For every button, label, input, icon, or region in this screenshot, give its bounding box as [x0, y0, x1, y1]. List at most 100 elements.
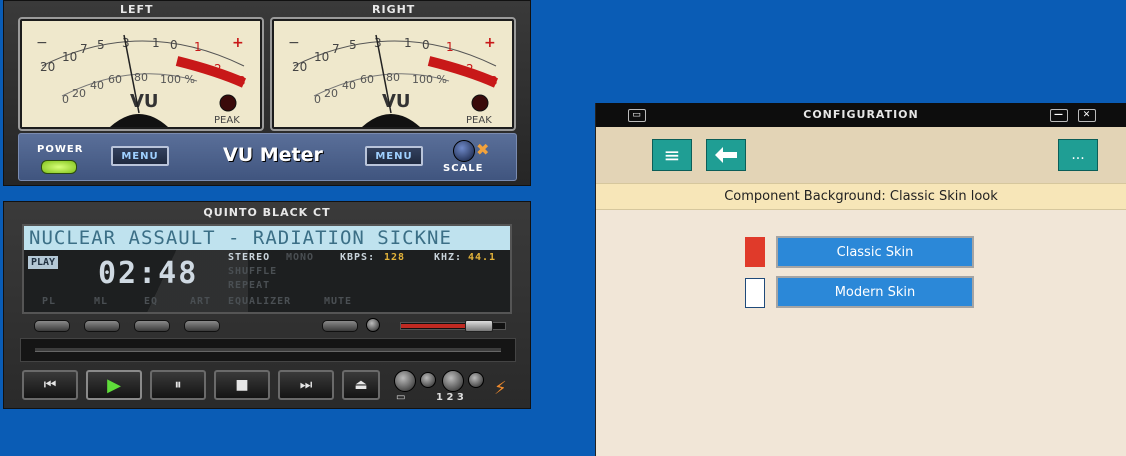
stop-button[interactable]: ■	[214, 370, 270, 400]
dial-tick: 1	[404, 36, 412, 50]
dial-tick: 1	[446, 40, 454, 54]
khz-value: 44.1	[468, 252, 497, 263]
dial-pct: 0	[314, 93, 321, 106]
stereo-indicator: STEREO	[228, 252, 271, 263]
track-title: NUCLEAR ASSAULT - RADIATION SICKNE	[24, 226, 510, 250]
vu-mark: VU	[130, 91, 159, 112]
seek-bar[interactable]	[20, 338, 516, 362]
dial-pct: 60	[108, 73, 122, 86]
volume-slider[interactable]	[400, 320, 506, 332]
dial-pct: 100 %	[160, 73, 195, 86]
dial-pct: 80	[134, 71, 148, 84]
volume-fill	[401, 324, 466, 328]
pause-button[interactable]: ⏸	[150, 370, 206, 400]
power-button[interactable]	[41, 160, 77, 174]
left-vu-dial: − + 20 10 7 5 3 1 0 1 2 3 0 20 40 60 80 …	[18, 17, 264, 131]
next-button[interactable]: ⏭	[278, 370, 334, 400]
power-label: POWER	[37, 144, 84, 155]
dial-pct: 20	[72, 87, 86, 100]
dial-tick: 2	[214, 62, 222, 76]
left-peak-led	[219, 94, 237, 112]
volume-thumb[interactable]	[465, 320, 494, 332]
mute-button[interactable]	[322, 320, 358, 332]
dial-pct: 80	[386, 71, 400, 84]
shuffle-indicator: SHUFFLE	[228, 266, 278, 277]
minimize-icon[interactable]: —	[1050, 109, 1068, 122]
modern-skin-button[interactable]: Modern Skin	[776, 276, 974, 308]
dial-tick: 20	[40, 60, 55, 74]
dial-tick: 1	[194, 40, 202, 54]
equalizer-indicator: EQUALIZER	[228, 296, 292, 307]
dial-tick: 7	[80, 42, 88, 56]
dial-tick: 7	[332, 42, 340, 56]
kbps-value: 128	[384, 252, 406, 263]
eq-indicator: EQ	[144, 296, 159, 307]
vu-meter-title: VU Meter	[223, 144, 323, 166]
back-arrow-icon	[715, 147, 737, 163]
output-knob[interactable]	[394, 370, 416, 392]
dial-minus: −	[288, 35, 300, 51]
right-menu-button[interactable]: MENU	[365, 146, 423, 166]
dial-pct: 40	[342, 79, 356, 92]
play-button[interactable]: ▶	[86, 370, 142, 400]
hamburger-menu-button[interactable]: ≡	[652, 139, 692, 171]
lightning-icon[interactable]: ⚡	[494, 378, 507, 399]
balance-knob[interactable]	[366, 318, 380, 332]
dial-pct: 0	[62, 93, 69, 106]
preset-1-knob[interactable]	[420, 372, 436, 388]
player-title: QUINTO BLACK CT	[203, 206, 331, 219]
classic-skin-button[interactable]: Classic Skin	[776, 236, 974, 268]
eject-button[interactable]: ⏏	[342, 370, 380, 400]
dial-tick: 3	[490, 74, 498, 88]
left-dial-face: − + 20 10 7 5 3 1 0 1 2 3 0 20 40 60 80 …	[22, 21, 260, 127]
config-title: CONFIGURATION	[803, 108, 919, 121]
preset-3-knob[interactable]	[468, 372, 484, 388]
window-menu-icon[interactable]: ▭	[628, 109, 646, 122]
dial-tick: 10	[62, 50, 77, 64]
modern-skin-swatch	[745, 278, 765, 308]
peak-label: PEAK	[466, 115, 492, 126]
right-dial-face: − + 20 10 7 5 3 1 0 1 2 3 0 20 40 60 80 …	[274, 21, 512, 127]
back-button[interactable]	[706, 139, 746, 171]
dial-pct: 40	[90, 79, 104, 92]
eq-button[interactable]	[134, 320, 170, 332]
right-channel-label: RIGHT	[372, 3, 416, 16]
khz-label: KHZ:	[434, 252, 463, 263]
dial-pct: 100 %	[412, 73, 447, 86]
ml-button[interactable]	[84, 320, 120, 332]
scale-knob[interactable]	[453, 140, 475, 162]
mute-indicator: MUTE	[324, 296, 353, 307]
repeat-indicator: REPEAT	[228, 280, 271, 291]
configuration-window: ▭ CONFIGURATION — ✕ ≡ ... Component Back…	[595, 103, 1126, 456]
dial-tick: 1	[152, 36, 160, 50]
dial-tick: 20	[292, 60, 307, 74]
preset-2-knob[interactable]	[442, 370, 464, 392]
dial-pct: 60	[360, 73, 374, 86]
play-status: PLAY	[28, 256, 59, 269]
preset-labels: 1 2 3	[436, 392, 464, 403]
pl-button[interactable]	[34, 320, 70, 332]
dial-tick: 2	[466, 62, 474, 76]
more-options-button[interactable]: ...	[1058, 139, 1098, 171]
peak-label: PEAK	[214, 115, 240, 126]
dial-tick: 0	[422, 38, 430, 52]
scale-x-icon[interactable]: ✖	[476, 140, 494, 159]
vu-control-panel: POWER MENU VU Meter MENU ✖ SCALE	[18, 133, 517, 181]
left-menu-button[interactable]: MENU	[111, 146, 169, 166]
config-toolbar: ≡ ...	[596, 127, 1126, 183]
ml-indicator: ML	[94, 296, 109, 307]
close-icon[interactable]: ✕	[1078, 109, 1096, 122]
classic-skin-swatch	[745, 237, 765, 267]
scale-label: SCALE	[443, 163, 484, 174]
left-channel-label: LEFT	[120, 3, 154, 16]
previous-button[interactable]: ⏮	[22, 370, 78, 400]
dial-plus: +	[232, 35, 244, 51]
output-icon: ▭	[396, 392, 406, 403]
dial-plus: +	[484, 35, 496, 51]
elapsed-time: 02:48	[98, 256, 199, 291]
dial-pct: 20	[324, 87, 338, 100]
dial-tick: 10	[314, 50, 329, 64]
pl-indicator: PL	[42, 296, 57, 307]
lcd-display: NUCLEAR ASSAULT - RADIATION SICKNE PLAY …	[22, 224, 512, 314]
art-button[interactable]	[184, 320, 220, 332]
